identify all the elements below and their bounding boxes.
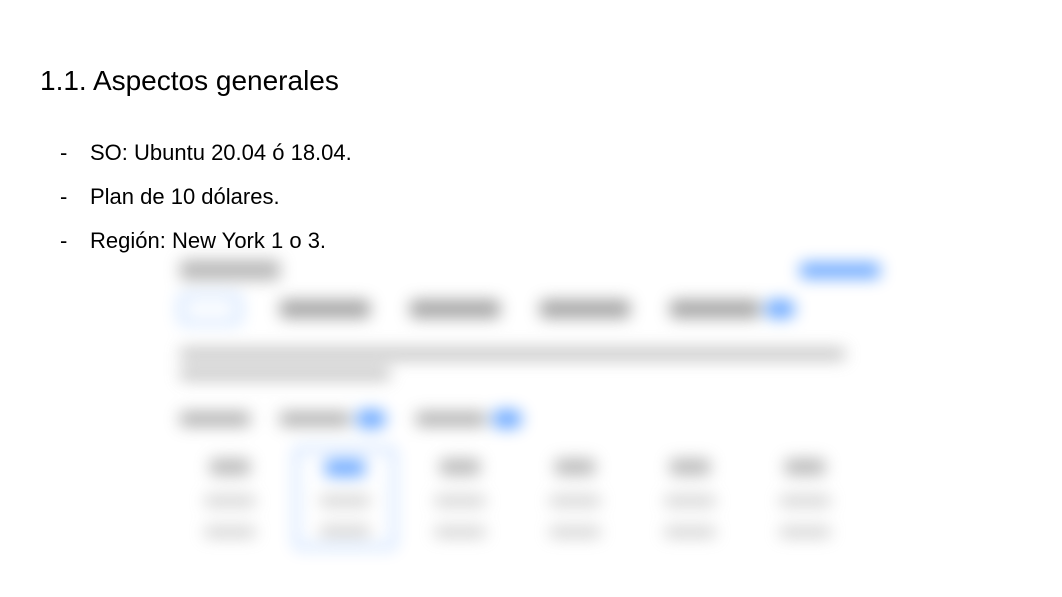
list-item: - Región: New York 1 o 3.: [60, 228, 352, 254]
bullet-marker: -: [60, 140, 90, 166]
bullet-list: - SO: Ubuntu 20.04 ó 18.04. - Plan de 10…: [60, 140, 352, 272]
bullet-marker: -: [60, 184, 90, 210]
bullet-marker: -: [60, 228, 90, 254]
list-item: - Plan de 10 dólares.: [60, 184, 352, 210]
blurred-screenshot: [180, 260, 880, 580]
list-item: - SO: Ubuntu 20.04 ó 18.04.: [60, 140, 352, 166]
section-heading: 1.1. Aspectos generales: [40, 65, 339, 97]
bullet-text: Plan de 10 dólares.: [90, 184, 352, 210]
bullet-text: SO: Ubuntu 20.04 ó 18.04.: [90, 140, 352, 166]
bullet-text: Región: New York 1 o 3.: [90, 228, 352, 254]
